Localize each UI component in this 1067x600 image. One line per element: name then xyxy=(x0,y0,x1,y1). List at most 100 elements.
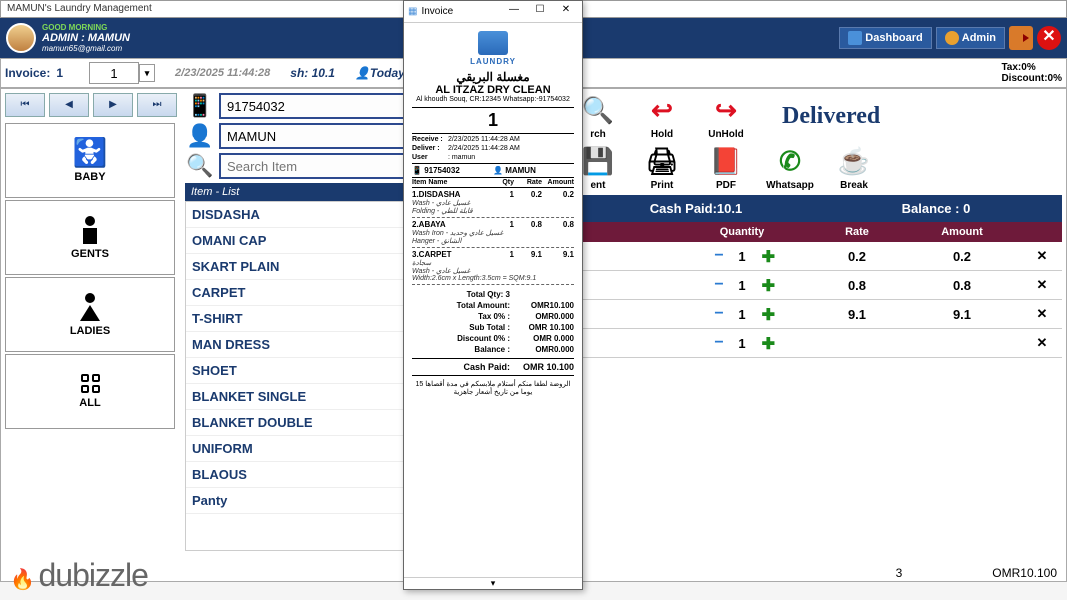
invoice-number: 1 xyxy=(56,66,63,80)
qty-minus-button[interactable]: − xyxy=(708,333,728,353)
admin-button[interactable]: Admin xyxy=(936,27,1005,49)
qty-plus-button[interactable]: ✚ xyxy=(756,304,776,324)
unhold-icon: ↪ xyxy=(706,93,746,127)
invoice-total-row: Balance :OMR0.000 xyxy=(412,344,574,355)
minimize-button[interactable]: — xyxy=(502,4,526,20)
remove-line-button[interactable]: ✕ xyxy=(1022,277,1062,293)
qty-value: 1 xyxy=(738,336,745,351)
invoice-item: 2.ABAYA10.80.8Wash Iron - غسيل عادي وحدي… xyxy=(412,218,574,248)
close-window-button[interactable]: ✕ xyxy=(554,4,578,20)
rate-header: Rate xyxy=(812,226,902,238)
category-baby-label: BABY xyxy=(74,171,105,183)
break-button[interactable]: ☕Break xyxy=(826,144,882,191)
logo-text: LAUNDRY xyxy=(412,57,574,66)
receive-label: Receive : xyxy=(412,136,446,143)
category-all[interactable]: ALL xyxy=(5,354,175,429)
invoice-number-big: 1 xyxy=(412,107,574,134)
invoice-titlebar[interactable]: ▦ Invoice — ☐ ✕ xyxy=(404,1,582,23)
greeting-text: GOOD MORNING xyxy=(42,23,130,32)
maximize-button[interactable]: ☐ xyxy=(528,4,552,20)
invoice-selector[interactable] xyxy=(89,62,139,84)
category-gents[interactable]: GENTS xyxy=(5,200,175,275)
store-sub: Al khoudh Souq, CR:12345 Whatsapp:-91754… xyxy=(412,96,574,103)
cash-label: sh: xyxy=(290,66,308,80)
store-arabic-name: مغسلة البريقي xyxy=(412,70,574,84)
scroll-down-button[interactable]: ▾ xyxy=(404,577,582,589)
dashboard-button[interactable]: Dashboard xyxy=(839,27,931,49)
category-all-label: ALL xyxy=(79,397,100,409)
store-name: AL ITZAZ DRY CLEAN xyxy=(412,84,574,96)
inv-th-amt: Amount xyxy=(542,179,574,186)
nav-prev-button[interactable]: ◀ xyxy=(49,93,89,117)
invoice-total-row: Tax 0% :OMR0.000 xyxy=(412,311,574,322)
category-ladies-label: LADIES xyxy=(70,325,110,337)
inv-cashpaid-label: Cash Paid: xyxy=(412,362,518,372)
logout-button[interactable] xyxy=(1009,26,1033,50)
app-close-button[interactable]: ✕ xyxy=(1037,26,1061,50)
qty-minus-button[interactable]: − xyxy=(708,304,728,324)
invoice-dropdown[interactable]: ▾ xyxy=(139,64,155,82)
invoice-logo: LAUNDRY xyxy=(412,31,574,66)
invoice-total-row: Total Amount:OMR10.100 xyxy=(412,300,574,311)
pdf-button[interactable]: 📕PDF xyxy=(698,144,754,191)
unhold-button[interactable]: ↪UnHold xyxy=(698,93,754,140)
remove-line-button[interactable]: ✕ xyxy=(1022,306,1062,322)
break-label: Break xyxy=(826,180,882,191)
inv-th-name: Item Name xyxy=(412,179,492,186)
search-action-icon: 🔍 xyxy=(578,93,618,127)
user-greeting-block: GOOD MORNING ADMIN : MAMUN mamun65@gmail… xyxy=(42,23,130,53)
invoice-window: ▦ Invoice — ☐ ✕ LAUNDRY مغسلة البريقي AL… xyxy=(403,0,583,590)
qty-plus-button[interactable]: ✚ xyxy=(756,275,776,295)
admin-name: ADMIN : MAMUN xyxy=(42,32,130,44)
hold-icon: ↩ xyxy=(642,93,682,127)
deliver-date: 2/24/2025 11:44:28 AM xyxy=(448,145,520,152)
qty-value: 1 xyxy=(738,278,745,293)
user-avatar xyxy=(6,23,36,53)
discount-label: Discount:0% xyxy=(1001,73,1062,84)
save-icon: 💾 xyxy=(578,144,618,178)
qty-header: Quantity xyxy=(672,226,812,238)
tax-label: Tax:0% xyxy=(1001,62,1062,73)
invoice-body[interactable]: LAUNDRY مغسلة البريقي AL ITZAZ DRY CLEAN… xyxy=(404,23,582,577)
category-ladies[interactable]: LADIES xyxy=(5,277,175,352)
qty-plus-button[interactable]: ✚ xyxy=(756,246,776,266)
print-button[interactable]: 🖨 Print xyxy=(634,144,690,191)
order-line: −1✚0.80.8✕ xyxy=(570,271,1062,300)
order-column: 🔍rch ↩Hold ↪UnHold Delivered 💾ent 🖨Print… xyxy=(566,89,1066,581)
invoice-user: mamun xyxy=(452,154,475,161)
invoice-cust-phone: 91754032 xyxy=(424,166,460,175)
order-line: −1✚0.20.2✕ xyxy=(570,242,1062,271)
print-label: Print xyxy=(634,180,690,191)
whatsapp-button[interactable]: ✆Whatsapp xyxy=(762,144,818,191)
category-baby[interactable]: BABY xyxy=(5,123,175,198)
remove-line-button[interactable]: ✕ xyxy=(1022,335,1062,351)
footer-total-amount: OMR10.100 xyxy=(992,566,1057,580)
qty-value: 1 xyxy=(738,307,745,322)
search-icon: 🔍 xyxy=(185,153,215,179)
invoice-total-row: Discount 0% :OMR 0.000 xyxy=(412,333,574,344)
printer-icon: 🖨 xyxy=(642,144,682,178)
dashboard-label: Dashboard xyxy=(865,32,922,44)
timestamp: 2/23/2025 11:44:28 xyxy=(175,67,270,79)
monitor-icon xyxy=(848,31,862,45)
nav-last-button[interactable]: ⏭ xyxy=(137,93,177,117)
gents-icon xyxy=(80,216,100,244)
invoice-label: Invoice: xyxy=(5,66,50,80)
nav-next-button[interactable]: ▶ xyxy=(93,93,133,117)
customer-icon: 👤 xyxy=(185,123,215,149)
inv-totalqty-label: Total Qty: 3 xyxy=(412,290,518,299)
rate-value: 0.8 xyxy=(812,278,902,293)
qty-plus-button[interactable]: ✚ xyxy=(756,333,776,353)
invoice-arabic-footer: الروضة لطفا منكم أستلام ملابسكم في مدة أ… xyxy=(412,380,574,396)
baby-icon xyxy=(73,139,108,167)
hold-label: Hold xyxy=(634,129,690,140)
nav-first-button[interactable]: ⏮ xyxy=(5,93,45,117)
qty-minus-button[interactable]: − xyxy=(708,246,728,266)
hold-button[interactable]: ↩ Hold xyxy=(634,93,690,140)
remove-line-button[interactable]: ✕ xyxy=(1022,248,1062,264)
footer-total-qty: 3 xyxy=(896,566,903,580)
admin-btn-label: Admin xyxy=(962,32,996,44)
qty-minus-button[interactable]: − xyxy=(708,275,728,295)
invoice-total-row: Sub Total :OMR 10.100 xyxy=(412,322,574,333)
whatsapp-label: Whatsapp xyxy=(762,180,818,191)
